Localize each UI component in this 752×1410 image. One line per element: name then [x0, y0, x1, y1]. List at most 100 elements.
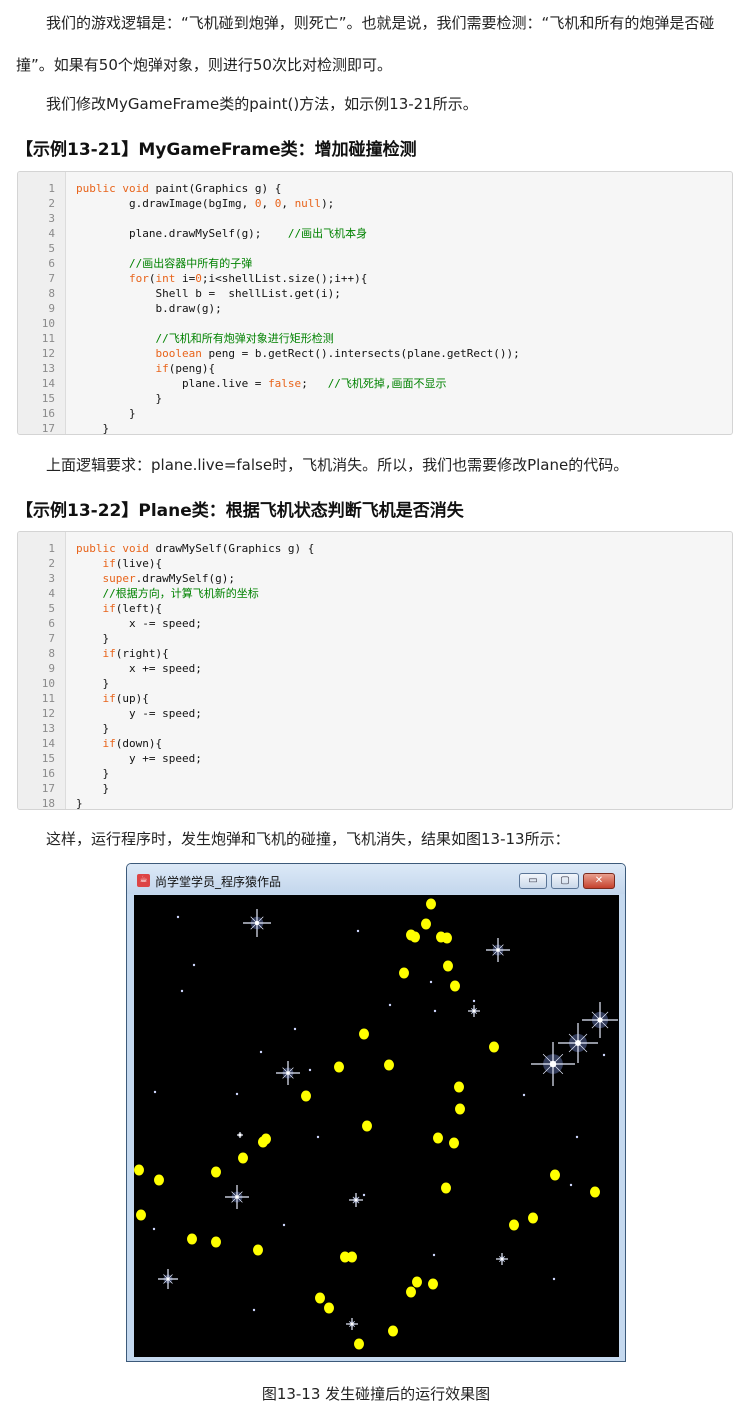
code-line: if(peng){	[76, 361, 520, 376]
close-button[interactable]: ✕	[583, 873, 615, 889]
shell-bullet	[362, 1120, 372, 1132]
code-line: public void drawMySelf(Graphics g) {	[76, 541, 314, 556]
shell-bullet	[301, 1090, 311, 1102]
line-number: 5	[48, 602, 55, 615]
code-line: x += speed;	[76, 661, 314, 676]
line-number: 13	[41, 362, 55, 375]
code-line: if(left){	[76, 601, 314, 616]
code-line: public void paint(Graphics g) {	[76, 181, 520, 196]
line-number: 2	[48, 197, 55, 210]
star	[316, 1135, 320, 1139]
shell-bullet	[334, 1061, 344, 1073]
code-token: }	[76, 422, 110, 435]
code-comment: //飞机和所有炮弹对象进行矩形检测	[155, 332, 334, 345]
code-keyword: if	[102, 737, 116, 750]
code-token: 0	[195, 272, 202, 285]
code-keyword: false	[268, 377, 302, 390]
shell-bullet	[455, 1103, 465, 1115]
code-keyword: for	[128, 272, 149, 285]
maximize-button[interactable]: ▢	[551, 873, 579, 889]
code-token: peng = b.getRect().intersects(plane.getR…	[201, 347, 520, 360]
code-token: }	[76, 632, 110, 645]
line-number-gutter: 1 2 3 4 5 6 7 8 9 10 11 12 13 14 15 16 17	[18, 172, 66, 434]
line-number: 9	[48, 302, 55, 315]
shell-bullet	[528, 1212, 538, 1224]
code-keyword: public void	[76, 182, 149, 195]
code-line: Shell b = shellList.get(i);	[76, 286, 520, 301]
line-number: 3	[48, 572, 55, 585]
shell-bullet	[550, 1169, 560, 1181]
space-background	[134, 895, 619, 1357]
shell-bullet	[154, 1174, 164, 1186]
code-token: (peng){	[168, 362, 216, 375]
shell-bullet	[347, 1251, 357, 1263]
code-block-1: 1 2 3 4 5 6 7 8 9 10 11 12 13 14 15 16 17 public void pa…	[17, 171, 733, 435]
code-line: }	[76, 421, 520, 435]
code-keyword: null	[294, 197, 322, 210]
line-number: 8	[48, 287, 55, 300]
line-number: 16	[41, 407, 55, 420]
star	[259, 1050, 263, 1054]
starfield-scene	[134, 895, 619, 1357]
line-number: 17	[41, 422, 55, 435]
code-token: (live){	[115, 557, 163, 570]
code-token: }	[76, 797, 83, 810]
code-token: plane.live =	[76, 377, 269, 390]
line-number: 14	[41, 737, 55, 750]
shell-bullet	[428, 1278, 438, 1290]
code-token: y -= speed;	[76, 707, 202, 720]
code-token: x += speed;	[76, 662, 202, 675]
shell-bullet	[258, 1136, 268, 1148]
code-token: }	[76, 407, 136, 420]
shell-bullet	[443, 960, 453, 972]
shell-bullet	[187, 1233, 197, 1245]
line-number: 16	[41, 767, 55, 780]
code-token: ,	[261, 197, 275, 210]
code-keyword: boolean	[155, 347, 202, 360]
code-line: b.draw(g);	[76, 301, 520, 316]
line-number-gutter: 1 2 3 4 5 6 7 8 9 10 11 12 13 14 15 16 17 18	[18, 532, 66, 809]
code-token: ,	[281, 197, 295, 210]
star	[356, 929, 360, 933]
line-number: 6	[48, 257, 55, 270]
line-number: 15	[41, 752, 55, 765]
java-app-icon: ☕	[137, 874, 150, 887]
line-number: 6	[48, 617, 55, 630]
shell-bullet	[489, 1041, 499, 1053]
shell-bullet	[136, 1209, 146, 1221]
code-comment: //画出飞机本身	[287, 227, 368, 240]
code-line: }	[76, 796, 314, 810]
shell-bullet	[359, 1028, 369, 1040]
code-token: (left){	[115, 602, 163, 615]
code-line: }	[76, 631, 314, 646]
code-line: //画出容器中所有的子弹	[76, 256, 520, 271]
code-line: x -= speed;	[76, 616, 314, 631]
line-number: 4	[48, 227, 55, 240]
shell-bullet	[509, 1219, 519, 1231]
line-number: 1	[48, 182, 55, 195]
line-number: 2	[48, 557, 55, 570]
code-line: if(live){	[76, 556, 314, 571]
star	[235, 1092, 239, 1096]
code-token: drawMySelf(Graphics g) {	[148, 542, 315, 555]
code-token: (right){	[115, 647, 169, 660]
window-titlebar[interactable]: ☕ 尚学堂学员_程序猿作品 ▭ ▢ ✕	[127, 864, 625, 894]
code-line: }	[76, 391, 520, 406]
figure-caption: 图13-13 发生碰撞后的运行效果图	[261, 1385, 491, 1403]
line-number: 7	[48, 632, 55, 645]
line-number: 17	[41, 782, 55, 795]
star	[282, 1223, 286, 1227]
line-number: 9	[48, 662, 55, 675]
star	[569, 1183, 573, 1187]
minimize-button[interactable]: ▭	[519, 873, 547, 889]
shell-bullet	[315, 1292, 325, 1304]
